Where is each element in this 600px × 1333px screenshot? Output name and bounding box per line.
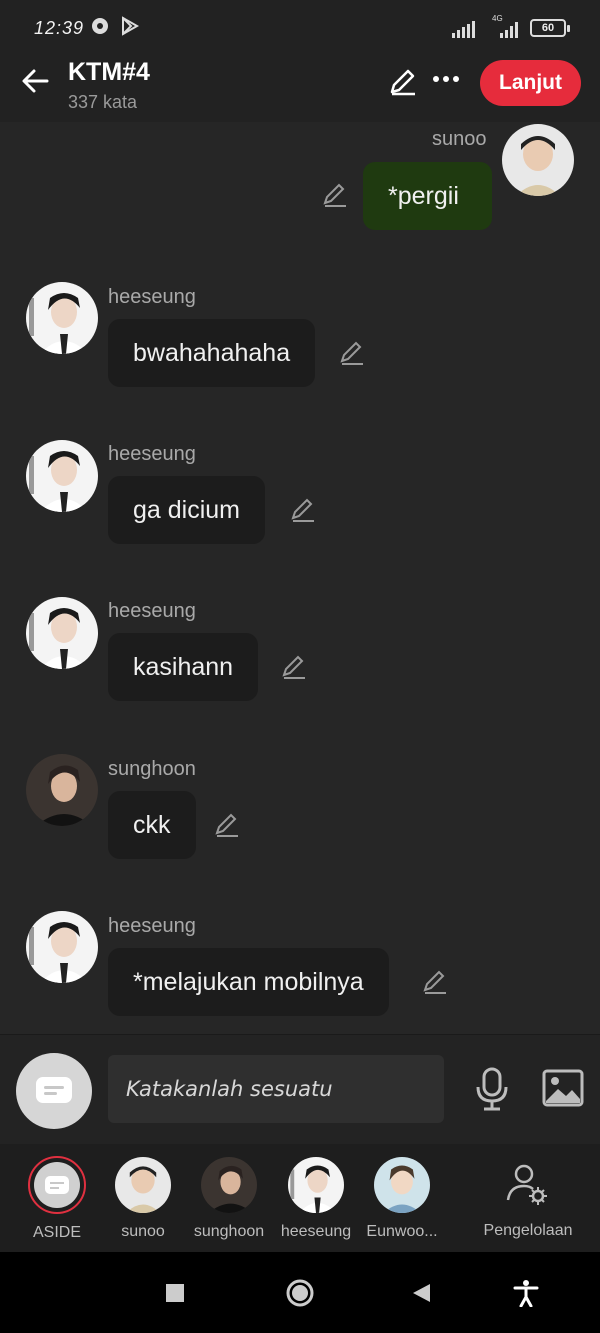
status-time: 12:39 (34, 18, 85, 38)
message-sender: heeseung (108, 915, 196, 937)
avatar-sunghoon[interactable] (26, 754, 98, 826)
message-bubble[interactable]: ckk (108, 791, 196, 859)
character-label: heeseung (280, 1223, 352, 1240)
character-label: ASIDE (32, 1224, 81, 1241)
message-sender: sunghoon (108, 758, 196, 780)
battery-indicator: 60 (530, 19, 570, 37)
message-sender: heeseung (108, 443, 196, 465)
edit-message-icon[interactable] (214, 812, 240, 838)
edit-message-icon[interactable] (281, 654, 307, 680)
avatar-heeseung[interactable] (26, 911, 98, 983)
accessibility-icon[interactable] (513, 1279, 539, 1307)
character-eunwoo[interactable]: Eunwoo... (357, 1156, 447, 1241)
page-title: KTM#4 (68, 58, 150, 86)
word-count: 337 kata (68, 92, 138, 112)
back-arrow-icon[interactable] (20, 66, 50, 96)
avatar-sunoo[interactable] (502, 124, 574, 196)
avatar-eunwoo (374, 1157, 430, 1213)
message-bubble[interactable]: *pergii (363, 162, 492, 230)
home-icon[interactable] (285, 1278, 315, 1308)
character-aside[interactable]: ASIDE (12, 1156, 102, 1242)
more-options-icon[interactable] (432, 74, 460, 84)
edit-message-icon[interactable] (290, 497, 316, 523)
chat-bubble-icon (36, 1077, 72, 1103)
media-icon (92, 18, 108, 34)
edit-icon[interactable] (388, 66, 418, 96)
character-heeseung[interactable]: heeseung (271, 1156, 361, 1241)
character-sunghoon[interactable]: sunghoon (184, 1156, 274, 1241)
user-settings-icon (506, 1164, 547, 1205)
message-bubble[interactable]: *melajukan mobilnya (108, 948, 389, 1016)
edit-message-icon[interactable] (322, 182, 348, 208)
message-sender: sunoo (432, 128, 487, 150)
image-icon[interactable] (542, 1069, 584, 1107)
microphone-icon[interactable] (474, 1067, 510, 1111)
avatar-heeseung (288, 1157, 344, 1213)
avatar-sunoo (115, 1157, 171, 1213)
character-label: Pengelolaan (483, 1222, 573, 1239)
character-bar: ASIDE sunoo sunghoon heeseung Eunwoo... (0, 1144, 600, 1252)
character-label: Eunwoo... (366, 1223, 438, 1240)
message-bubble[interactable]: bwahahahaha (108, 319, 316, 387)
aside-selected-ring (28, 1156, 86, 1214)
next-button[interactable]: Lanjut (480, 60, 581, 106)
avatar-heeseung[interactable] (26, 440, 98, 512)
message-composer (0, 1034, 600, 1144)
avatar-sunghoon (201, 1157, 257, 1213)
message-sender: heeseung (108, 286, 196, 308)
manage-characters[interactable]: Pengelolaan (483, 1156, 573, 1240)
signal-icon (452, 21, 475, 38)
character-sunoo[interactable]: sunoo (98, 1156, 188, 1241)
message-input-wrapper (108, 1055, 444, 1123)
message-bubble[interactable]: ga dicium (108, 476, 265, 544)
status-bar: 12:39 4G 60 (0, 0, 600, 56)
character-label: sunoo (121, 1223, 165, 1240)
message-sender: heeseung (108, 600, 196, 622)
recents-icon[interactable] (165, 1283, 185, 1303)
avatar-heeseung[interactable] (26, 597, 98, 669)
avatar-heeseung[interactable] (26, 282, 98, 354)
aside-button[interactable] (16, 1053, 92, 1129)
system-nav-bar (0, 1252, 600, 1333)
message-bubble[interactable]: kasihann (108, 633, 259, 701)
character-label: sunghoon (193, 1223, 265, 1240)
back-nav-icon[interactable] (410, 1282, 432, 1304)
edit-message-icon[interactable] (339, 340, 365, 366)
edit-message-icon[interactable] (422, 969, 448, 995)
chat-bubble-icon (45, 1176, 69, 1194)
play-store-icon (122, 16, 140, 36)
message-input[interactable] (126, 1055, 426, 1123)
chat-header: KTM#4 337 kata Lanjut (0, 56, 600, 122)
signal-icon-2 (500, 22, 518, 38)
chat-area[interactable]: sunoo *pergii heeseung bwahahahaha heese… (0, 122, 600, 1034)
